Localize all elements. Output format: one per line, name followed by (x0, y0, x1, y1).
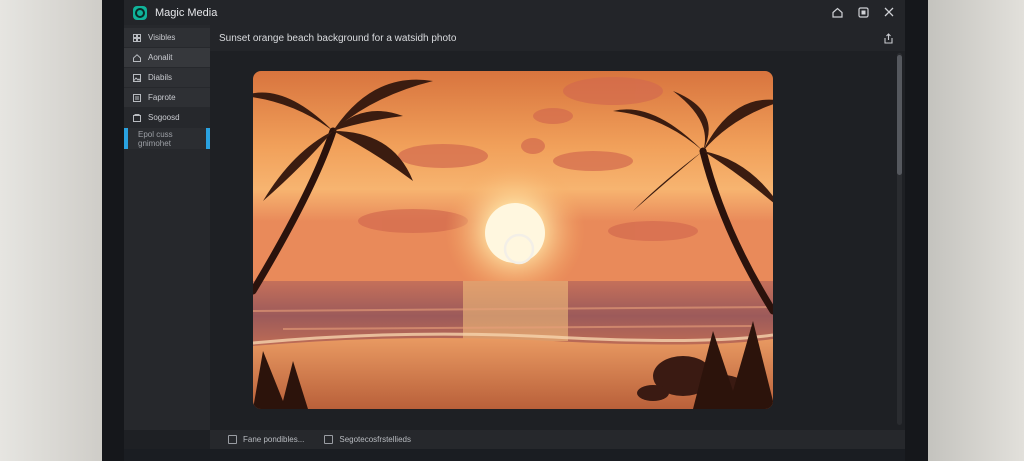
sidebar-item-label: Diabils (148, 73, 173, 82)
sidebar: Visibles Aonalit Diabils Faprote Sogoosd… (124, 25, 210, 430)
sidebar-item-aonalit[interactable]: Aonalit (124, 48, 210, 67)
sidebar-item-label: Epol cuss gnimohet (138, 129, 173, 148)
sidebar-item-label: Visibles (148, 33, 176, 42)
device-bezel-right (928, 0, 1024, 461)
window-controls (831, 4, 895, 20)
image-icon (132, 73, 141, 82)
sidebar-item-diabils[interactable]: Diabils (124, 68, 210, 87)
sidebar-item-label: Faprote (148, 93, 176, 102)
sunset-beach-image (253, 71, 773, 409)
grid-icon (132, 33, 141, 42)
file-icon (228, 435, 237, 444)
home-icon (831, 7, 843, 18)
settings-icon (324, 435, 334, 444)
status-bar: Fane pondibles... Segotecosfrstellieds (210, 430, 905, 449)
status-label: Fane pondibles... (243, 435, 305, 444)
status-item-settings[interactable]: Segotecosfrstellieds (324, 435, 411, 444)
box-icon (132, 113, 141, 122)
generated-image[interactable] (253, 71, 773, 409)
device-frame-left (102, 0, 124, 461)
home-button[interactable] (831, 4, 843, 20)
app-title: Magic Media (155, 6, 218, 19)
vertical-scrollbar[interactable] (897, 53, 902, 425)
share-icon (883, 32, 893, 44)
scrollbar-thumb[interactable] (897, 55, 902, 175)
status-label: Segotecosfrstellieds (339, 435, 411, 444)
sidebar-item-faprote[interactable]: Faprote (124, 88, 210, 107)
close-icon (884, 7, 894, 17)
sidebar-item-label: Sogoosd (148, 113, 180, 122)
home-icon (132, 53, 141, 62)
layers-icon (132, 93, 141, 102)
sidebar-item-sogoosd[interactable]: Sogoosd (124, 108, 210, 127)
sidebar-item-selected[interactable]: Epol cuss gnimohet (124, 128, 210, 149)
prompt-text[interactable]: Sunset orange beach background for a wat… (219, 33, 456, 44)
device-frame-right (905, 0, 928, 461)
app-logo-icon (133, 5, 147, 20)
canvas-area (210, 51, 905, 430)
share-button[interactable] (881, 31, 895, 45)
title-bar: Magic Media (124, 0, 905, 25)
prompt-bar: Sunset orange beach background for a wat… (210, 25, 905, 51)
maximize-icon (857, 6, 869, 18)
app-window: Magic Media Visibles Aonalit Diabils Fap… (124, 0, 905, 449)
sidebar-item-visibles[interactable]: Visibles (124, 28, 210, 47)
sidebar-item-label: Aonalit (148, 53, 173, 62)
status-item-files[interactable]: Fane pondibles... (228, 435, 304, 444)
maximize-button[interactable] (857, 4, 869, 20)
device-bezel-left (0, 0, 102, 461)
close-button[interactable] (883, 4, 895, 20)
